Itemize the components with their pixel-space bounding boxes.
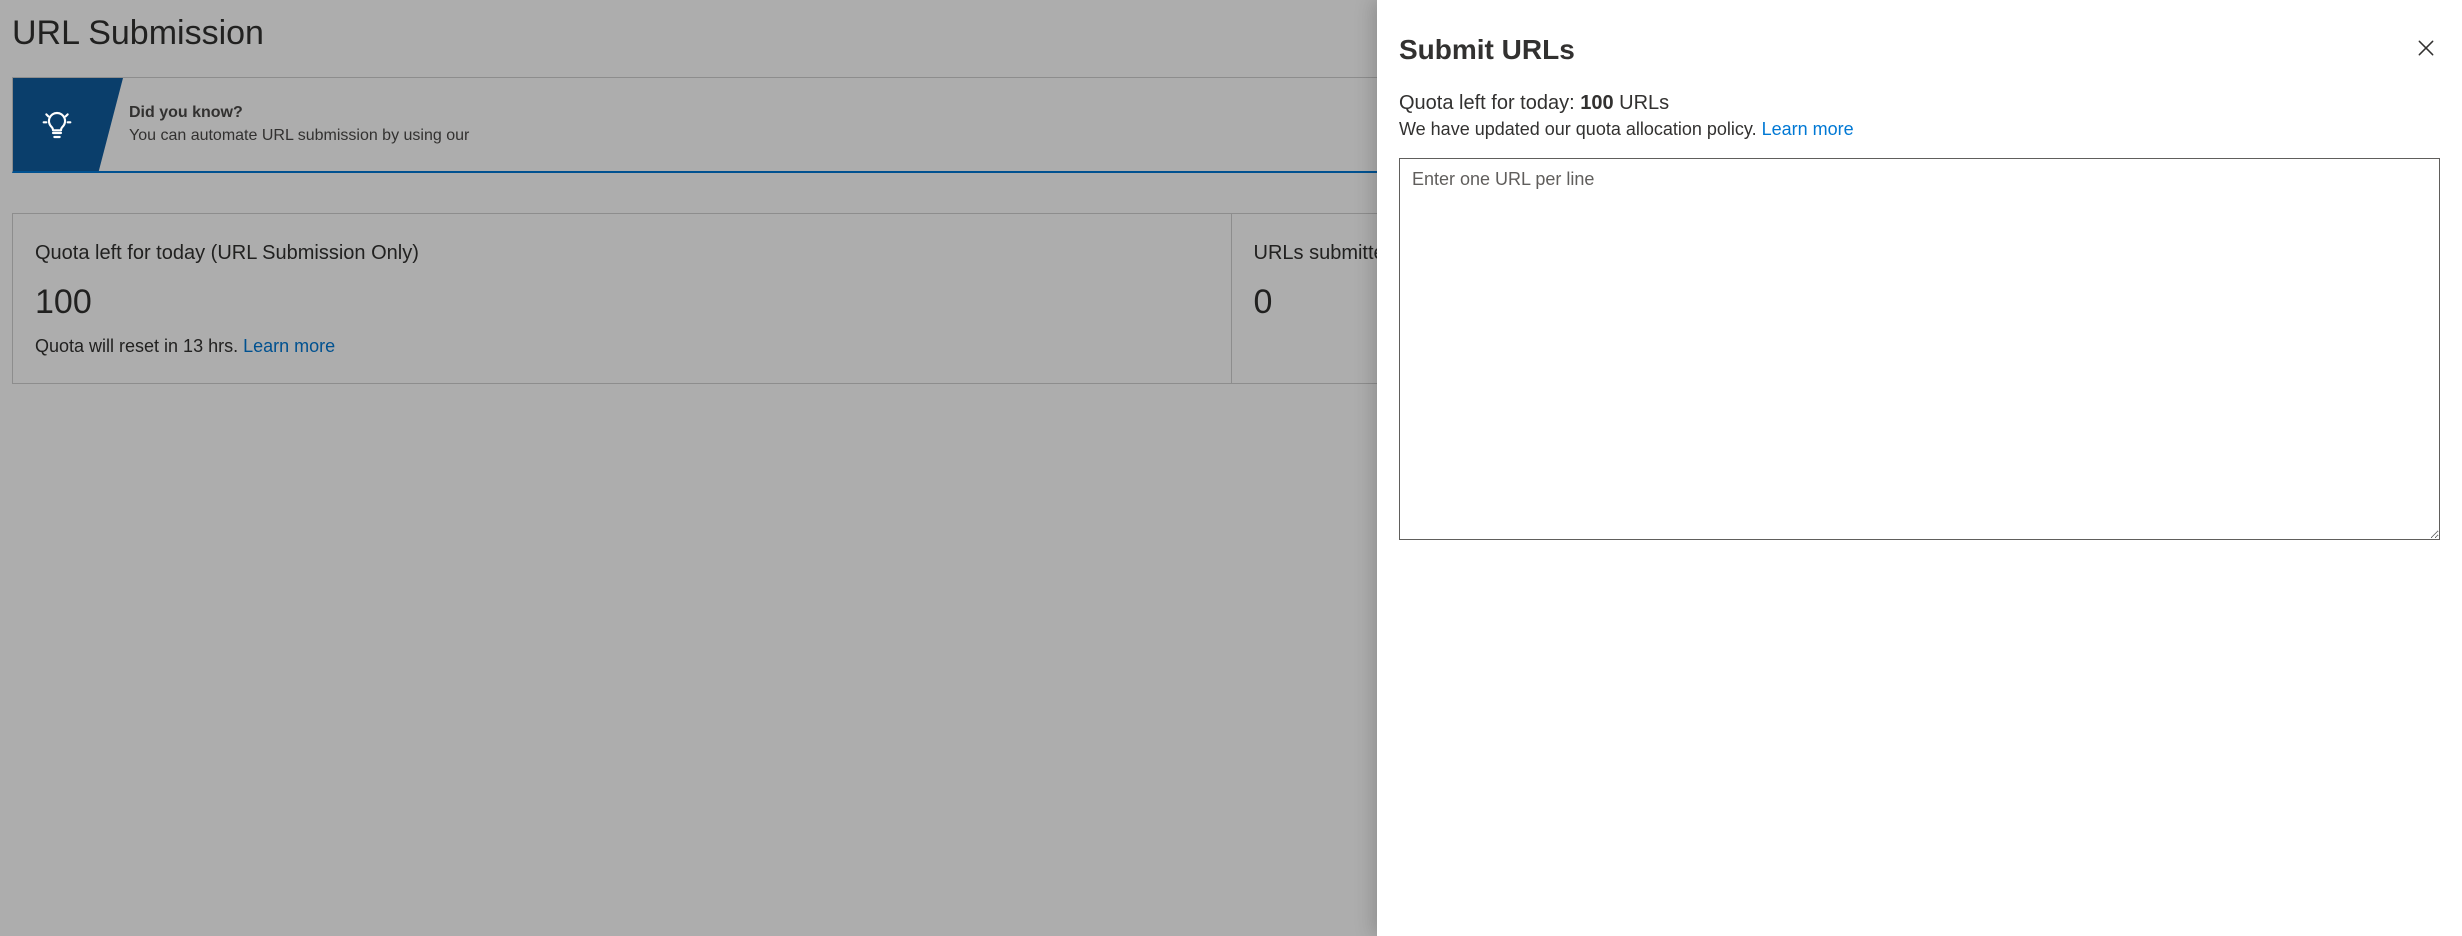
panel-policy-line: We have updated our quota allocation pol… [1399,119,2440,140]
panel-quota-suffix: URLs [1614,92,1670,114]
panel-learn-more-link[interactable]: Learn more [1762,119,1854,139]
panel-quota-line: Quota left for today: 100 URLs [1399,92,2440,115]
close-button[interactable] [2412,34,2440,65]
panel-policy-text: We have updated our quota allocation pol… [1399,119,1762,139]
panel-quota-prefix: Quota left for today: [1399,92,1580,114]
info-text: Did you know? You can automate URL submi… [129,102,469,147]
submit-urls-panel: Submit URLs Quota left for today: 100 UR… [1377,0,2462,936]
lightbulb-icon [13,109,101,141]
url-input-textarea[interactable] [1399,158,2440,540]
panel-title: Submit URLs [1399,34,1575,66]
panel-header: Submit URLs [1399,34,2440,66]
info-heading: Did you know? [129,102,469,124]
close-icon [2416,38,2436,58]
panel-quota-value: 100 [1580,92,1613,114]
info-subtext: You can automate URL submission by using… [129,125,469,147]
